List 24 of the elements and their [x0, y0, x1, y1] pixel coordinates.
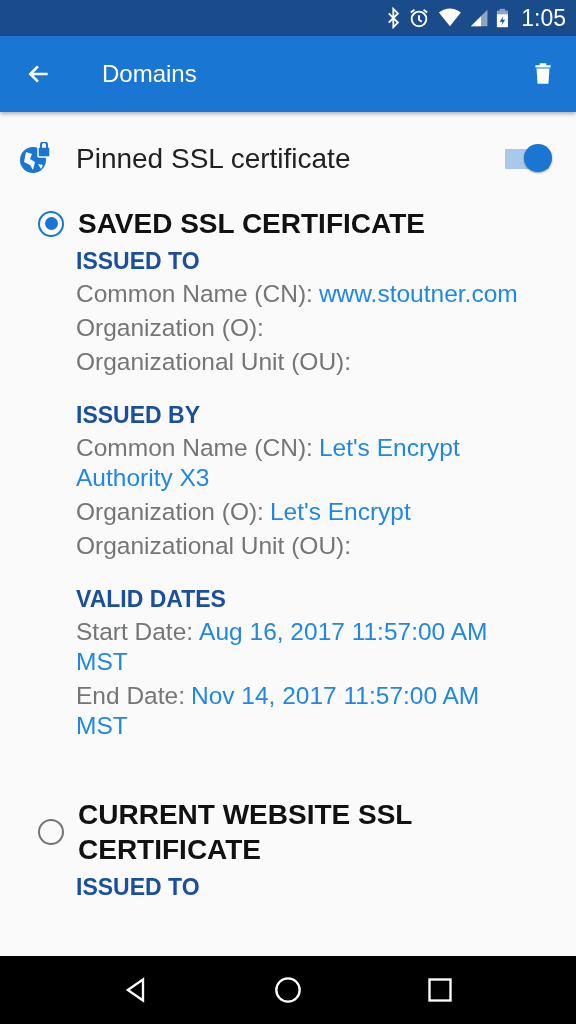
field-text: Organizational Unit (OU): [76, 347, 353, 377]
field-text: Organizational Unit (OU): [76, 531, 353, 561]
pinned-label: Pinned SSL certificate [76, 143, 352, 175]
field-text: Start Date: Aug 16, 2017 11:57:00 AM MST [76, 617, 489, 677]
certificate-title: CURRENT WEBSITE SSL CERTIFICATE [78, 798, 413, 867]
field-text: End Date: Nov 14, 2017 11:57:00 AM MST [76, 681, 481, 741]
section-title: ISSUED TO [76, 873, 201, 902]
section-title: ISSUED TO [76, 247, 201, 276]
globe-lock-icon [18, 142, 52, 176]
radio-button[interactable] [38, 210, 64, 237]
section-title: VALID DATES [76, 585, 227, 614]
wifi-icon [438, 7, 463, 29]
home-icon[interactable] [274, 976, 302, 1004]
field-text: Common Name (CN): Let's Encrypt Authority X3 [76, 433, 461, 493]
battery-icon [496, 7, 510, 29]
radio-button[interactable] [38, 819, 64, 845]
app-bar-title: Domains [102, 60, 198, 88]
field-text: Organization (O): [76, 313, 265, 343]
field-text: Common Name (CN): www.stoutner.com [76, 279, 519, 309]
overview-icon[interactable] [426, 976, 454, 1004]
status-time: 1:05 [521, 4, 566, 32]
section-title: ISSUED BY [76, 401, 201, 430]
field-text: Organization (O): Let's Encrypt [76, 497, 412, 527]
certificate-title: SAVED SSL CERTIFICATE [78, 207, 425, 241]
